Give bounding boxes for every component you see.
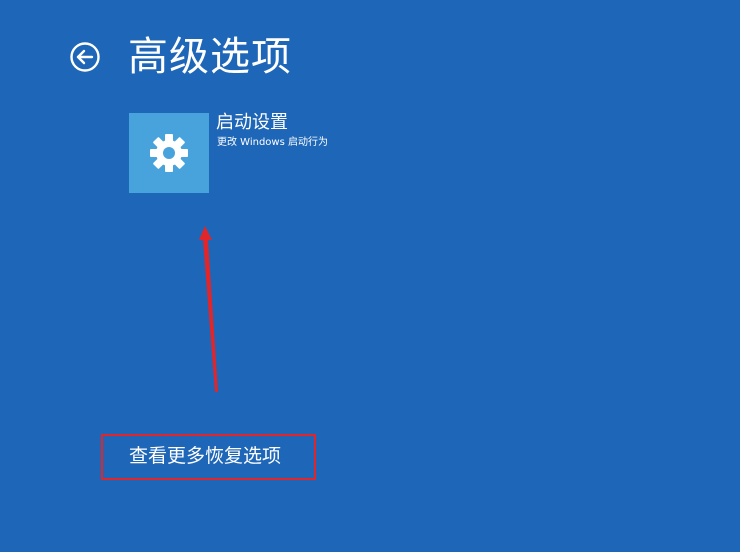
- gear-icon: [150, 134, 188, 172]
- startup-settings-description: 更改 Windows 启动行为: [217, 137, 328, 148]
- startup-settings-title: 启动设置: [216, 112, 288, 133]
- page-title: 高级选项: [128, 34, 292, 80]
- more-recovery-options-link[interactable]: 查看更多恢复选项: [129, 442, 281, 470]
- red-arrow-annotation: [199, 226, 218, 392]
- recovery-screen: 高级选项 启动设置 更改 Windows 启动行为 查看更多恢复选项: [0, 0, 740, 552]
- back-button[interactable]: [69, 41, 101, 73]
- startup-settings-option[interactable]: 启动设置 更改 Windows 启动行为: [129, 112, 379, 195]
- startup-settings-icon-box: [129, 113, 209, 193]
- back-arrow-icon: [70, 42, 100, 72]
